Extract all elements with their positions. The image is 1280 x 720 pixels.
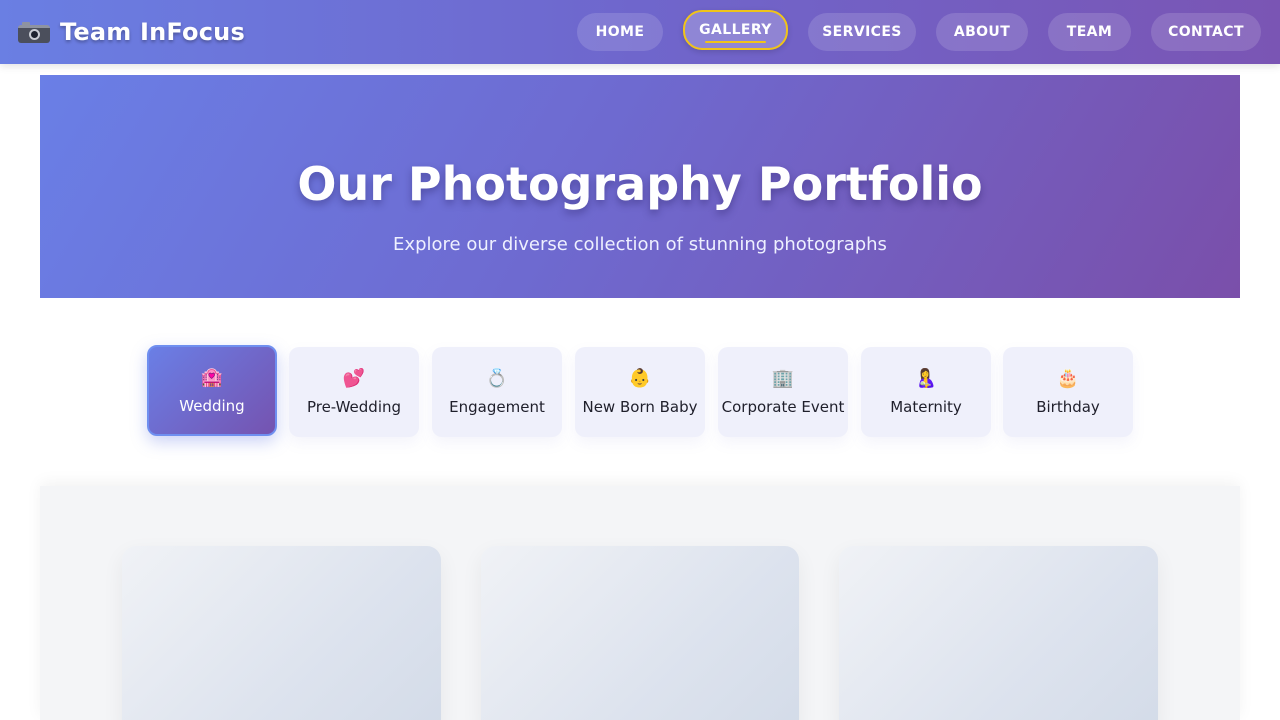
category-label: Pre-Wedding	[306, 398, 402, 416]
category-label: Birthday	[1036, 398, 1100, 416]
nav-services-link[interactable]: SERVICES	[808, 13, 916, 51]
category-maternity-button[interactable]: 🤱 Maternity	[861, 347, 991, 437]
nav-team-link[interactable]: TEAM	[1048, 13, 1131, 51]
portfolio-hero-banner: Our Photography Portfolio Explore our di…	[40, 75, 1240, 298]
category-engagement-button[interactable]: 💍 Engagement	[432, 347, 562, 437]
ring-icon: 💍	[485, 368, 509, 389]
page-subtitle: Explore our diverse collection of stunni…	[393, 234, 887, 255]
birthday-cake-icon: 🎂	[1056, 368, 1080, 389]
wedding-chapel-icon: 🏩	[200, 366, 224, 388]
nav-gallery-link[interactable]: GALLERY	[683, 10, 788, 50]
brand-logo[interactable]: Team InFocus	[18, 16, 245, 48]
page-title: Our Photography Portfolio	[297, 157, 983, 211]
baby-icon: 👶	[628, 368, 652, 389]
gallery-photo-card[interactable]	[839, 546, 1158, 720]
category-label: Maternity	[890, 398, 962, 416]
category-corporate-event-button[interactable]: 🏢 Corporate Event	[718, 347, 848, 437]
mother-baby-icon: 🤱	[914, 368, 938, 389]
nav-contact-link[interactable]: CONTACT	[1151, 13, 1261, 51]
camera-icon	[18, 21, 50, 43]
category-wedding-button[interactable]: 🏩 Wedding	[147, 345, 277, 436]
nav-home-link[interactable]: HOME	[577, 13, 663, 51]
nav-about-link[interactable]: ABOUT	[936, 13, 1028, 51]
category-birthday-button[interactable]: 🎂 Birthday	[1003, 347, 1133, 437]
office-building-icon: 🏢	[771, 368, 795, 389]
category-pre-wedding-button[interactable]: 💕 Pre-Wedding	[289, 347, 419, 437]
category-label: Engagement	[449, 398, 545, 416]
gallery-photo-card[interactable]	[122, 546, 441, 720]
hearts-icon: 💕	[342, 368, 366, 389]
category-label: New Born Baby	[582, 398, 698, 416]
category-new-born-baby-button[interactable]: 👶 New Born Baby	[575, 347, 705, 437]
gallery-photo-card[interactable]	[481, 546, 799, 720]
top-navigation-bar: Team InFocus HOME GALLERY SERVICES ABOUT…	[0, 0, 1280, 64]
brand-name: Team InFocus	[60, 18, 245, 46]
gallery-grid	[40, 486, 1240, 720]
category-label: Wedding	[179, 396, 245, 415]
category-label: Corporate Event	[721, 398, 845, 416]
